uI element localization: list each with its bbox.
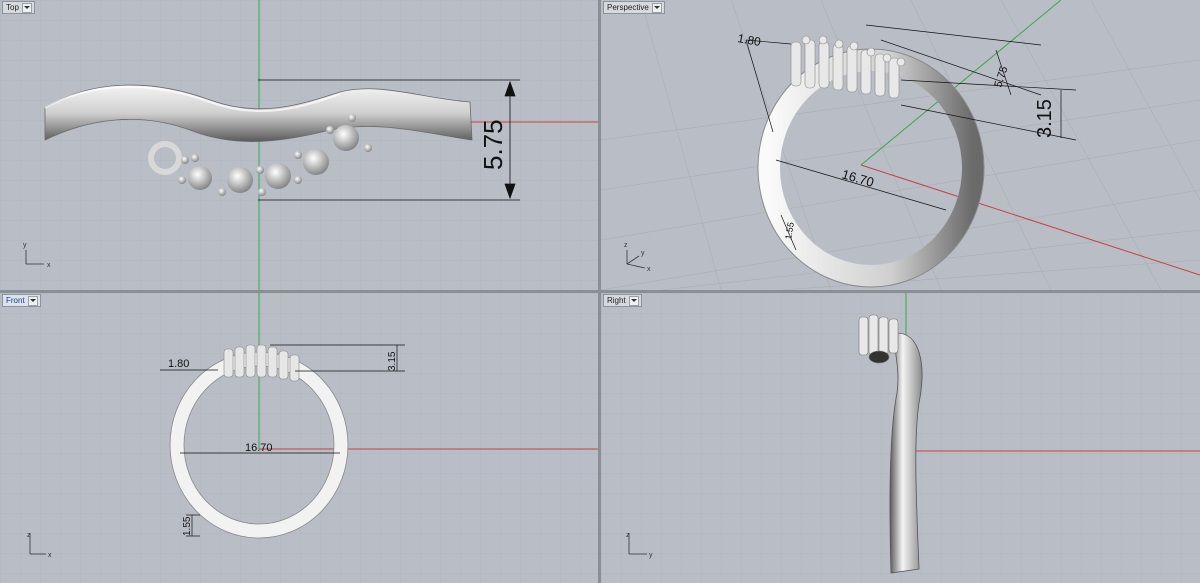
perspective-grid <box>601 0 1200 290</box>
viewport-tab-label: Front <box>6 296 25 305</box>
viewport-tab-top[interactable]: Top <box>2 1 35 14</box>
viewport-tab-perspective[interactable]: Perspective <box>603 1 665 14</box>
viewport-tab-right[interactable]: Right <box>603 294 642 307</box>
svg-text:y: y <box>23 242 27 249</box>
top-view-scene: 5.75 y x <box>0 0 598 290</box>
svg-text:z: z <box>624 242 628 249</box>
axis-indicator: z y x <box>624 242 651 273</box>
dimension-label-height-top: 5.75 <box>478 119 508 170</box>
chevron-down-icon[interactable] <box>628 295 639 306</box>
four-viewport-layout: Top 5.75 y x Perspective 1.80 5.75 3.15 … <box>0 0 1200 583</box>
chevron-down-icon[interactable] <box>21 2 32 13</box>
svg-text:x: x <box>647 266 651 273</box>
dimension-label-diameter-front: 16.70 <box>245 442 273 454</box>
dimension-label-thickness-front: 1.55 <box>182 516 193 536</box>
viewport-tab-label: Top <box>6 3 19 12</box>
chevron-down-icon[interactable] <box>651 2 662 13</box>
svg-text:x: x <box>47 262 51 269</box>
dimension-label-diameter-persp: 16.70 <box>840 166 875 189</box>
chevron-down-icon[interactable] <box>27 295 38 306</box>
front-view-scene: 1.80 3.15 16.70 1.55 z x <box>0 293 598 583</box>
viewport-front[interactable]: Front 1.80 3.15 16.70 1.55 z x <box>0 293 598 583</box>
dimension-label-width-persp: 1.80 <box>736 31 762 49</box>
dimension-label-height-persp-large: 3.15 <box>1034 99 1056 138</box>
svg-text:y: y <box>641 250 645 257</box>
svg-text:z: z <box>27 532 31 539</box>
right-view-scene: z y <box>601 293 1200 583</box>
viewport-top[interactable]: Top 5.75 y x <box>0 0 598 290</box>
viewport-tab-label: Perspective <box>607 3 649 12</box>
perspective-view-scene: 1.80 5.75 3.15 16.70 1.55 z y x <box>601 0 1200 290</box>
dimension-label-height-front: 3.15 <box>387 351 398 371</box>
svg-text:x: x <box>48 552 52 559</box>
viewport-perspective[interactable]: Perspective 1.80 5.75 3.15 16.70 1.55 z … <box>601 0 1200 290</box>
svg-text:y: y <box>649 552 653 559</box>
viewport-right[interactable]: Right z y <box>601 293 1200 583</box>
dimension-label-width-front: 1.80 <box>168 358 189 370</box>
viewport-tab-label: Right <box>607 296 626 305</box>
viewport-tab-front[interactable]: Front <box>2 294 41 307</box>
svg-text:z: z <box>626 532 630 539</box>
